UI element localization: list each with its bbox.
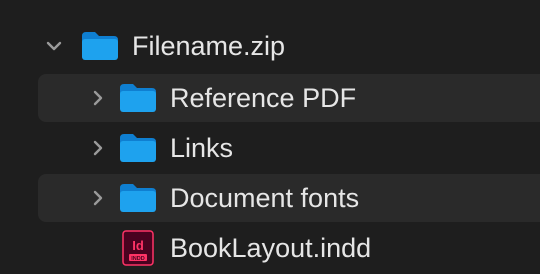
chevron-right-icon[interactable] [88,138,108,158]
tree-row-booklayout[interactable]: Id INDD BookLayout.indd [0,224,540,272]
folder-icon [118,132,158,164]
tree-row-document-fonts[interactable]: Document fonts [0,174,540,222]
folder-icon [118,182,158,214]
tree-row-label: Reference PDF [170,83,357,113]
tree-row-links[interactable]: Links [0,124,540,172]
finder-list-view: Filename.zip Reference PDF Links Documen… [0,0,540,274]
chevron-right-icon[interactable] [88,188,108,208]
tree-row-root[interactable]: Filename.zip [0,22,540,70]
tree-row-label: Links [170,133,234,163]
tree-row-label: BookLayout.indd [170,233,372,263]
tree-row-label: Document fonts [170,183,360,213]
tree-row-reference-pdf[interactable]: Reference PDF [0,74,540,122]
folder-icon [118,82,158,114]
indesign-file-icon: Id INDD [122,230,154,266]
chevron-down-icon[interactable] [44,36,64,56]
indesign-badge-subtext: INDD [131,256,144,262]
chevron-right-icon[interactable] [88,88,108,108]
folder-icon [80,30,120,62]
tree-row-label: Filename.zip [132,31,286,61]
indesign-badge-text: Id [132,238,144,253]
